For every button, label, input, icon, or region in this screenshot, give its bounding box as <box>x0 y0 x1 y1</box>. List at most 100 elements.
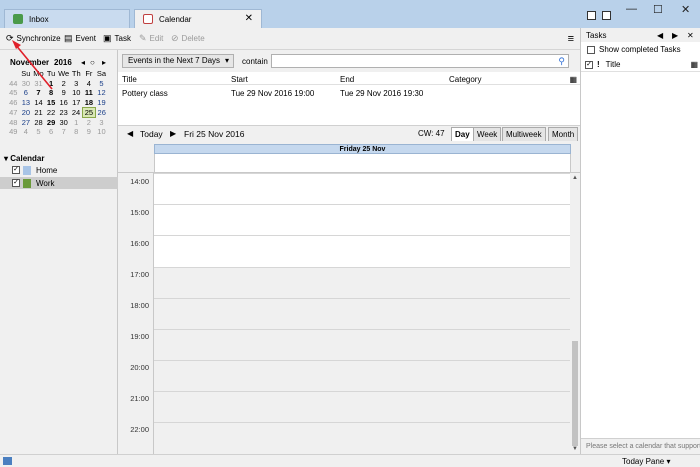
day-cell[interactable]: 7 <box>32 88 45 98</box>
day-cell[interactable]: 27 <box>20 117 33 127</box>
scroll-thumb[interactable] <box>572 341 578 446</box>
day-cell[interactable]: 2 <box>57 79 70 89</box>
window-close-icon[interactable]: ✕ <box>681 3 690 16</box>
day-cell[interactable]: 18 <box>83 98 96 108</box>
day-cell[interactable]: 30 <box>57 117 70 127</box>
prev-month-icon[interactable]: ◂ <box>81 58 85 67</box>
tab-inbox[interactable]: Inbox <box>4 9 130 28</box>
day-cell[interactable]: 10 <box>70 88 83 98</box>
day-cell[interactable]: 8 <box>45 88 58 98</box>
close-icon[interactable]: ✕ <box>245 13 253 24</box>
day-scrollbar[interactable]: ▲ ▼ <box>570 173 580 454</box>
day-cell[interactable]: 10 <box>95 127 108 137</box>
day-cell[interactable]: 22 <box>45 107 58 117</box>
day-cell[interactable]: 15 <box>45 98 58 108</box>
minical-year[interactable]: 2016 <box>54 58 72 67</box>
column-picker-icon[interactable]: ▦ <box>690 60 698 69</box>
tab-week[interactable]: Week <box>473 127 502 142</box>
day-cell[interactable]: 29 <box>45 117 58 127</box>
day-cell[interactable]: 14 <box>32 98 45 108</box>
day-cell[interactable]: 21 <box>32 107 45 117</box>
day-cell[interactable]: 26 <box>95 107 108 117</box>
day-cell[interactable]: 12 <box>95 88 108 98</box>
day-cell[interactable]: 13 <box>20 98 33 108</box>
tab-calendar[interactable]: Calendar ✕ <box>134 9 262 28</box>
scroll-up-icon[interactable]: ▲ <box>572 175 578 181</box>
next-day-icon[interactable]: ▶ <box>170 129 176 138</box>
day-cell[interactable]: 31 <box>32 79 45 89</box>
day-cell[interactable]: 1 <box>70 117 83 127</box>
day-cell[interactable]: 6 <box>20 88 33 98</box>
next-month-icon[interactable]: ▸ <box>102 58 106 67</box>
day-cell[interactable]: 16 <box>57 98 70 108</box>
day-cell[interactable]: 24 <box>70 107 83 117</box>
priority-icon[interactable]: ! <box>597 60 600 69</box>
calendar-item-home[interactable]: ✓ Home <box>0 164 118 176</box>
task-pane-icon[interactable] <box>602 11 611 20</box>
day-cell[interactable]: 4 <box>20 127 33 137</box>
next-icon[interactable]: ▶ <box>672 31 678 40</box>
today-pane-button[interactable]: Today Pane ▾ <box>622 457 671 466</box>
column-picker-icon[interactable]: ▦ <box>569 75 577 84</box>
prev-icon[interactable]: ◀ <box>657 31 663 40</box>
new-task-button[interactable]: ▣ Task <box>103 33 131 44</box>
search-input[interactable]: ⚲ <box>271 54 569 68</box>
task-done-column-icon[interactable]: ✓ <box>585 60 593 69</box>
day-cell[interactable]: 8 <box>70 127 83 137</box>
day-cell[interactable]: 2 <box>83 117 96 127</box>
day-cell[interactable]: 23 <box>57 107 70 117</box>
day-cell[interactable]: 19 <box>95 98 108 108</box>
prev-day-icon[interactable]: ◀ <box>127 129 133 138</box>
column-title[interactable]: Title <box>606 60 621 69</box>
column-category[interactable]: Category <box>449 75 481 84</box>
column-end[interactable]: End <box>340 75 354 84</box>
day-cell[interactable]: 28 <box>32 117 45 127</box>
close-icon[interactable]: ✕ <box>687 31 694 40</box>
maximize-icon[interactable]: ☐ <box>653 3 663 16</box>
calendar-item-work[interactable]: ✓ Work <box>0 177 118 189</box>
hamburger-menu-icon[interactable]: ≡ <box>568 33 574 45</box>
tab-month[interactable]: Month <box>548 127 579 142</box>
day-cell[interactable]: 6 <box>45 127 58 137</box>
network-icon[interactable] <box>3 457 12 465</box>
day-cell[interactable]: 3 <box>70 79 83 89</box>
new-event-button[interactable]: ▤ Event <box>64 33 96 44</box>
day-cell[interactable]: 1 <box>45 79 58 89</box>
day-cell[interactable]: 3 <box>95 117 108 127</box>
minical-month[interactable]: November <box>10 58 49 67</box>
today-circle-icon[interactable]: ○ <box>90 58 95 67</box>
edit-button[interactable]: ✎ Edit <box>139 33 163 44</box>
event-filter-select[interactable]: Events in the Next 7 Days ▾ <box>122 54 234 68</box>
search-icon[interactable]: ⚲ <box>558 56 565 67</box>
scroll-down-icon[interactable]: ▼ <box>572 446 578 452</box>
show-completed-toggle[interactable]: Show completed Tasks <box>587 45 681 54</box>
day-cell[interactable]: 9 <box>83 127 96 137</box>
day-cell[interactable]: 17 <box>70 98 83 108</box>
event-row[interactable]: Pottery class Tue 29 Nov 2016 19:00 Tue … <box>118 86 580 99</box>
tab-multiweek[interactable]: Multiweek <box>502 127 546 142</box>
day-cell[interactable]: 9 <box>57 88 70 98</box>
calendar-checkbox[interactable]: ✓ <box>12 179 20 187</box>
day-cell[interactable]: 5 <box>32 127 45 137</box>
minimize-icon[interactable]: — <box>626 3 637 15</box>
day-cell-today[interactable]: 25 <box>82 106 96 118</box>
calendar-list-label[interactable]: ▾ Calendar <box>4 154 44 163</box>
day-cell[interactable]: 7 <box>57 127 70 137</box>
day-cell[interactable]: 30 <box>20 79 33 89</box>
column-start[interactable]: Start <box>231 75 248 84</box>
synchronize-button[interactable]: ⟳ Synchronize <box>6 33 61 44</box>
delete-button[interactable]: ⊘ Delete <box>171 33 205 44</box>
column-title[interactable]: Title <box>122 75 137 84</box>
today-button[interactable]: Today <box>140 129 163 139</box>
calendar-pane-icon[interactable] <box>587 11 596 20</box>
show-completed-checkbox[interactable] <box>587 45 595 54</box>
day-cell[interactable]: 11 <box>83 88 96 98</box>
day-cell[interactable]: 5 <box>95 79 108 89</box>
calendar-checkbox[interactable]: ✓ <box>12 166 20 174</box>
day-cell[interactable]: 20 <box>20 107 33 117</box>
all-day-area[interactable] <box>154 154 571 172</box>
day-cell[interactable]: 4 <box>83 79 96 89</box>
working-hours-slot[interactable] <box>154 173 570 267</box>
day-column-header[interactable]: Friday 25 Nov <box>154 144 571 154</box>
tab-day[interactable]: Day <box>451 127 474 142</box>
